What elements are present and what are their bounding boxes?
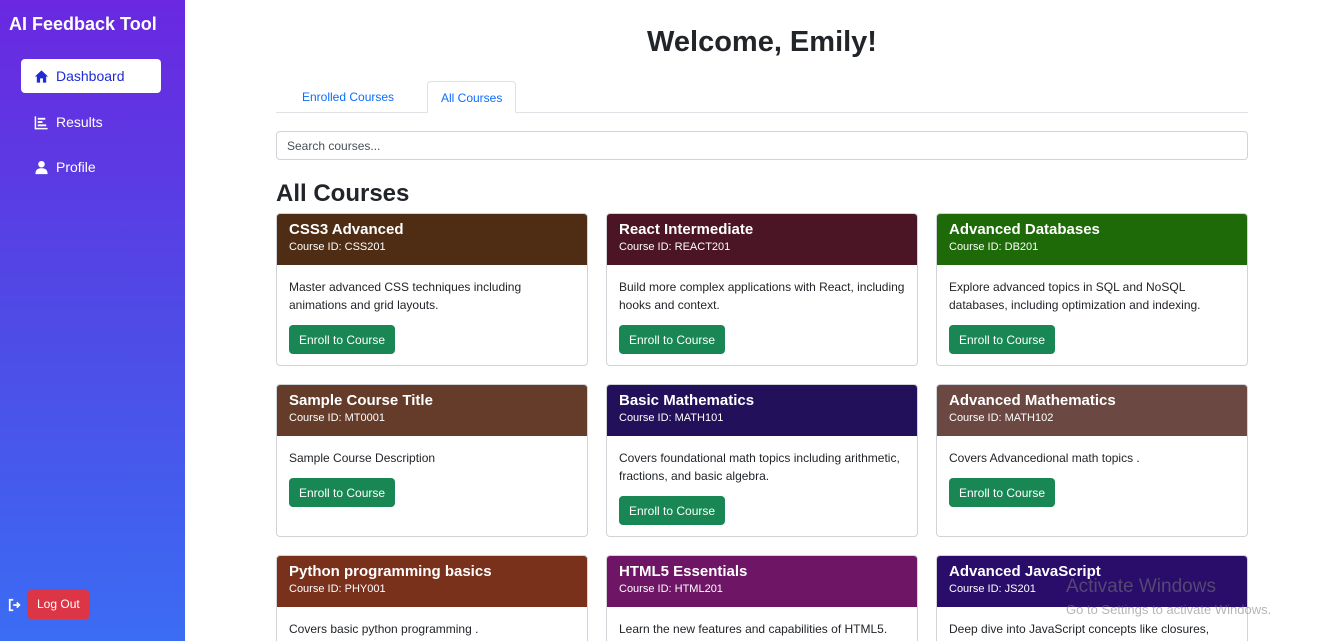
search-input[interactable] [276,131,1248,160]
course-card-header: Sample Course Title Course ID: MT0001 [277,385,587,436]
watermark-title: Activate Windows [1066,576,1216,597]
course-card: Advanced Databases Course ID: DB201 Expl… [936,213,1248,366]
course-title: Sample Course Title [289,392,433,409]
sidebar-item-label: Results [56,114,103,130]
course-title: Basic Mathematics [619,392,755,409]
enroll-button[interactable]: Enroll to Course [949,478,1056,507]
activate-windows-watermark: Activate Windows Go to Settings to activ… [1066,576,1271,617]
enroll-button[interactable]: Enroll to Course [619,325,726,354]
tab-all-courses[interactable]: All Courses [427,81,517,113]
main-content: Welcome, Emily! Enrolled Courses All Cou… [185,0,1329,641]
course-card-header: Advanced Databases Course ID: DB201 [937,214,1247,265]
course-id: Course ID: PHY001 [289,583,386,595]
bar-chart-icon [33,114,49,130]
sidebar-item-label: Profile [56,159,96,175]
course-title: HTML5 Essentials [619,563,748,580]
course-id: Course ID: REACT201 [619,241,731,253]
enroll-button[interactable]: Enroll to Course [289,478,396,507]
sidebar-item-profile[interactable]: Profile [21,150,161,184]
course-card-header: HTML5 Essentials Course ID: HTML201 [607,556,917,607]
section-title: All Courses [276,180,410,207]
sidebar-item-dashboard[interactable]: Dashboard [21,59,161,93]
course-description: Sample Course Description [289,451,436,465]
course-card-header: React Intermediate Course ID: REACT201 [607,214,917,265]
logout-button[interactable]: Log Out [27,590,90,619]
course-description: Covers Advancedional math topics . [949,451,1140,465]
sidebar-item-label: Dashboard [56,68,125,84]
enroll-button[interactable]: Enroll to Course [619,496,726,525]
tab-enrolled-courses[interactable]: Enrolled Courses [289,81,407,113]
course-card: React Intermediate Course ID: REACT201 B… [606,213,918,366]
course-title: Advanced Databases [949,221,1100,238]
course-id: Course ID: MT0001 [289,412,385,424]
course-description: Learn the new features and capabilities … [619,622,888,636]
course-id: Course ID: MATH102 [949,412,1054,424]
course-card-header: CSS3 Advanced Course ID: CSS201 [277,214,587,265]
logout-icon [8,598,22,612]
logout-area: Log Out [8,590,90,619]
course-tabs: Enrolled Courses All Courses [276,81,1248,113]
course-card: HTML5 Essentials Course ID: HTML201 Lear… [606,555,918,641]
course-id: Course ID: MATH101 [619,412,724,424]
course-title: Python programming basics [289,563,492,580]
course-card: Basic Mathematics Course ID: MATH101 Cov… [606,384,918,537]
course-card: CSS3 Advanced Course ID: CSS201 Master a… [276,213,588,366]
home-icon [33,68,49,84]
course-card: Advanced Mathematics Course ID: MATH102 … [936,384,1248,537]
app-title: AI Feedback Tool [9,14,157,34]
course-card: Python programming basics Course ID: PHY… [276,555,588,641]
course-description: Covers foundational math topics includin… [619,451,900,483]
watermark-subtitle: Go to Settings to activate Windows. [1066,602,1272,617]
user-icon [33,159,49,175]
course-title: Advanced Mathematics [949,392,1116,409]
course-id: Course ID: CSS201 [289,241,386,253]
course-card: Sample Course Title Course ID: MT0001 Sa… [276,384,588,537]
course-title: React Intermediate [619,221,754,238]
enroll-button[interactable]: Enroll to Course [949,325,1056,354]
sidebar: AI Feedback Tool Dashboard Results Profi… [0,0,185,641]
course-card-header: Python programming basics Course ID: PHY… [277,556,587,607]
enroll-button[interactable]: Enroll to Course [289,325,396,354]
course-description: Master advanced CSS techniques including… [289,280,522,312]
course-description: Build more complex applications with Rea… [619,280,905,312]
course-description: Deep dive into JavaScript concepts like … [949,622,1210,636]
page-title: Welcome, Emily! [647,26,877,58]
course-id: Course ID: HTML201 [619,583,723,595]
course-title: CSS3 Advanced [289,221,404,238]
course-card-header: Basic Mathematics Course ID: MATH101 [607,385,917,436]
course-card-header: Advanced Mathematics Course ID: MATH102 [937,385,1247,436]
course-id: Course ID: DB201 [949,241,1039,253]
course-description: Explore advanced topics in SQL and NoSQL… [949,280,1201,312]
sidebar-item-results[interactable]: Results [21,105,161,139]
course-description: Covers basic python programming . [289,622,479,636]
